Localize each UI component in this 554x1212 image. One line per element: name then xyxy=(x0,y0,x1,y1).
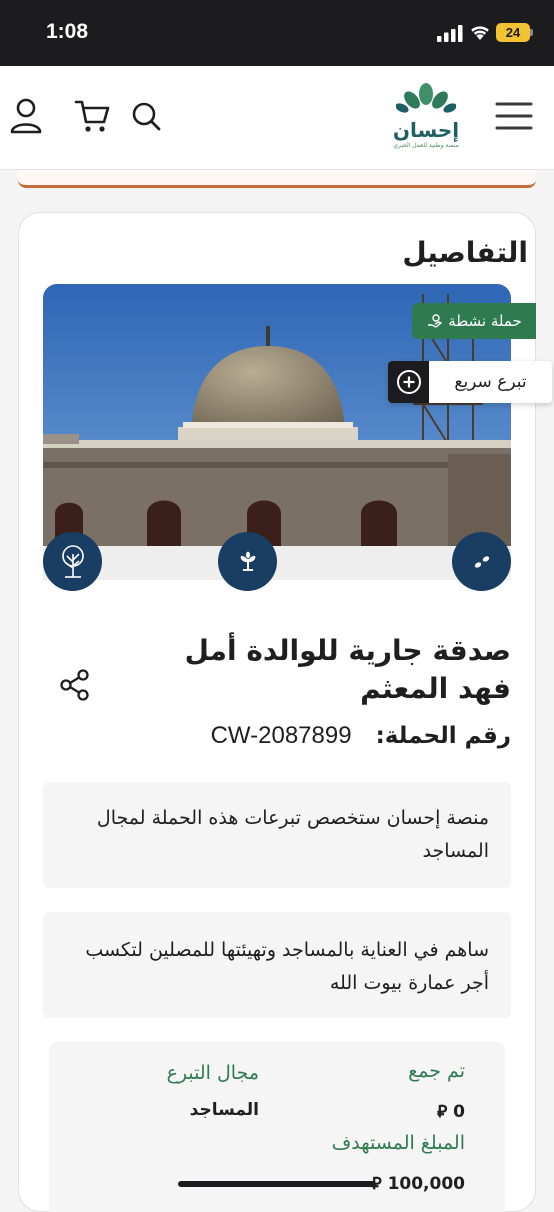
site-header: إحسان منصة وطنية للعمل الخيري xyxy=(0,66,554,170)
campaign-number-label: رقم الحملة: xyxy=(375,723,511,749)
riyal-symbol: ⃁ xyxy=(437,1102,448,1122)
search-icon[interactable] xyxy=(126,94,166,138)
home-indicator xyxy=(178,1181,376,1187)
quick-donate-label: تبرع سريع xyxy=(454,372,527,392)
sprout-stage-icon xyxy=(218,532,277,591)
campaign-title: صدقة جارية للوالدة أمل فهد المعثم xyxy=(184,634,511,705)
allocation-note: منصة إحسان ستخصص تبرعات هذه الحملة لمجال… xyxy=(96,807,489,862)
cart-icon[interactable] xyxy=(72,94,112,138)
collected-value: 0 ⃁ xyxy=(437,1100,465,1122)
active-campaign-badge: حملة نشطة xyxy=(412,303,536,339)
status-bar: 1:08 24 xyxy=(0,0,554,66)
logo-tagline: منصة وطنية للعمل الخيري xyxy=(393,142,459,149)
battery-tip xyxy=(530,29,533,36)
seeds-stage-icon xyxy=(452,532,511,591)
collected-label: تم جمع xyxy=(408,1060,465,1082)
campaign-progress-track xyxy=(43,546,511,580)
description-box: ساهم في العناية بالمساجد وتهيئتها للمصلي… xyxy=(43,912,511,1018)
allocation-note-box: منصة إحسان ستخصص تبرعات هذه الحملة لمجال… xyxy=(43,782,511,888)
field-label: مجال التبرع xyxy=(166,1062,259,1084)
cellular-signal-icon xyxy=(437,25,463,42)
account-icon[interactable] xyxy=(6,94,46,138)
field-value: المساجد xyxy=(189,1100,259,1120)
hand-donation-icon xyxy=(428,314,442,328)
campaign-description: ساهم في العناية بالمساجد وتهيئتها للمصلي… xyxy=(85,939,489,994)
target-value: 100,000 ⃁ xyxy=(372,1172,465,1194)
target-amount: 100,000 xyxy=(387,1174,465,1194)
notice-bar xyxy=(18,170,536,188)
target-label: المبلغ المستهدف xyxy=(331,1132,465,1154)
quick-donate-button[interactable]: تبرع سريع xyxy=(388,361,552,403)
share-icon[interactable] xyxy=(58,668,92,702)
section-title: التفاصيل xyxy=(402,236,528,269)
plus-circle-icon xyxy=(388,361,429,403)
ehsan-logo[interactable]: إحسان منصة وطنية للعمل الخيري xyxy=(384,82,468,160)
status-time: 1:08 xyxy=(46,20,89,43)
battery-icon: 24 xyxy=(496,23,530,42)
wifi-icon xyxy=(471,26,489,40)
campaign-number-row: رقم الحملة: CW-2087899 xyxy=(211,722,511,750)
logo-name: إحسان xyxy=(392,118,460,142)
active-badge-label: حملة نشطة xyxy=(448,312,522,330)
logo-leaves-icon xyxy=(395,83,457,113)
menu-icon[interactable] xyxy=(494,94,534,138)
tree-stage-icon xyxy=(43,532,102,591)
collected-amount: 0 xyxy=(453,1102,465,1122)
campaign-number: CW-2087899 xyxy=(210,722,352,749)
